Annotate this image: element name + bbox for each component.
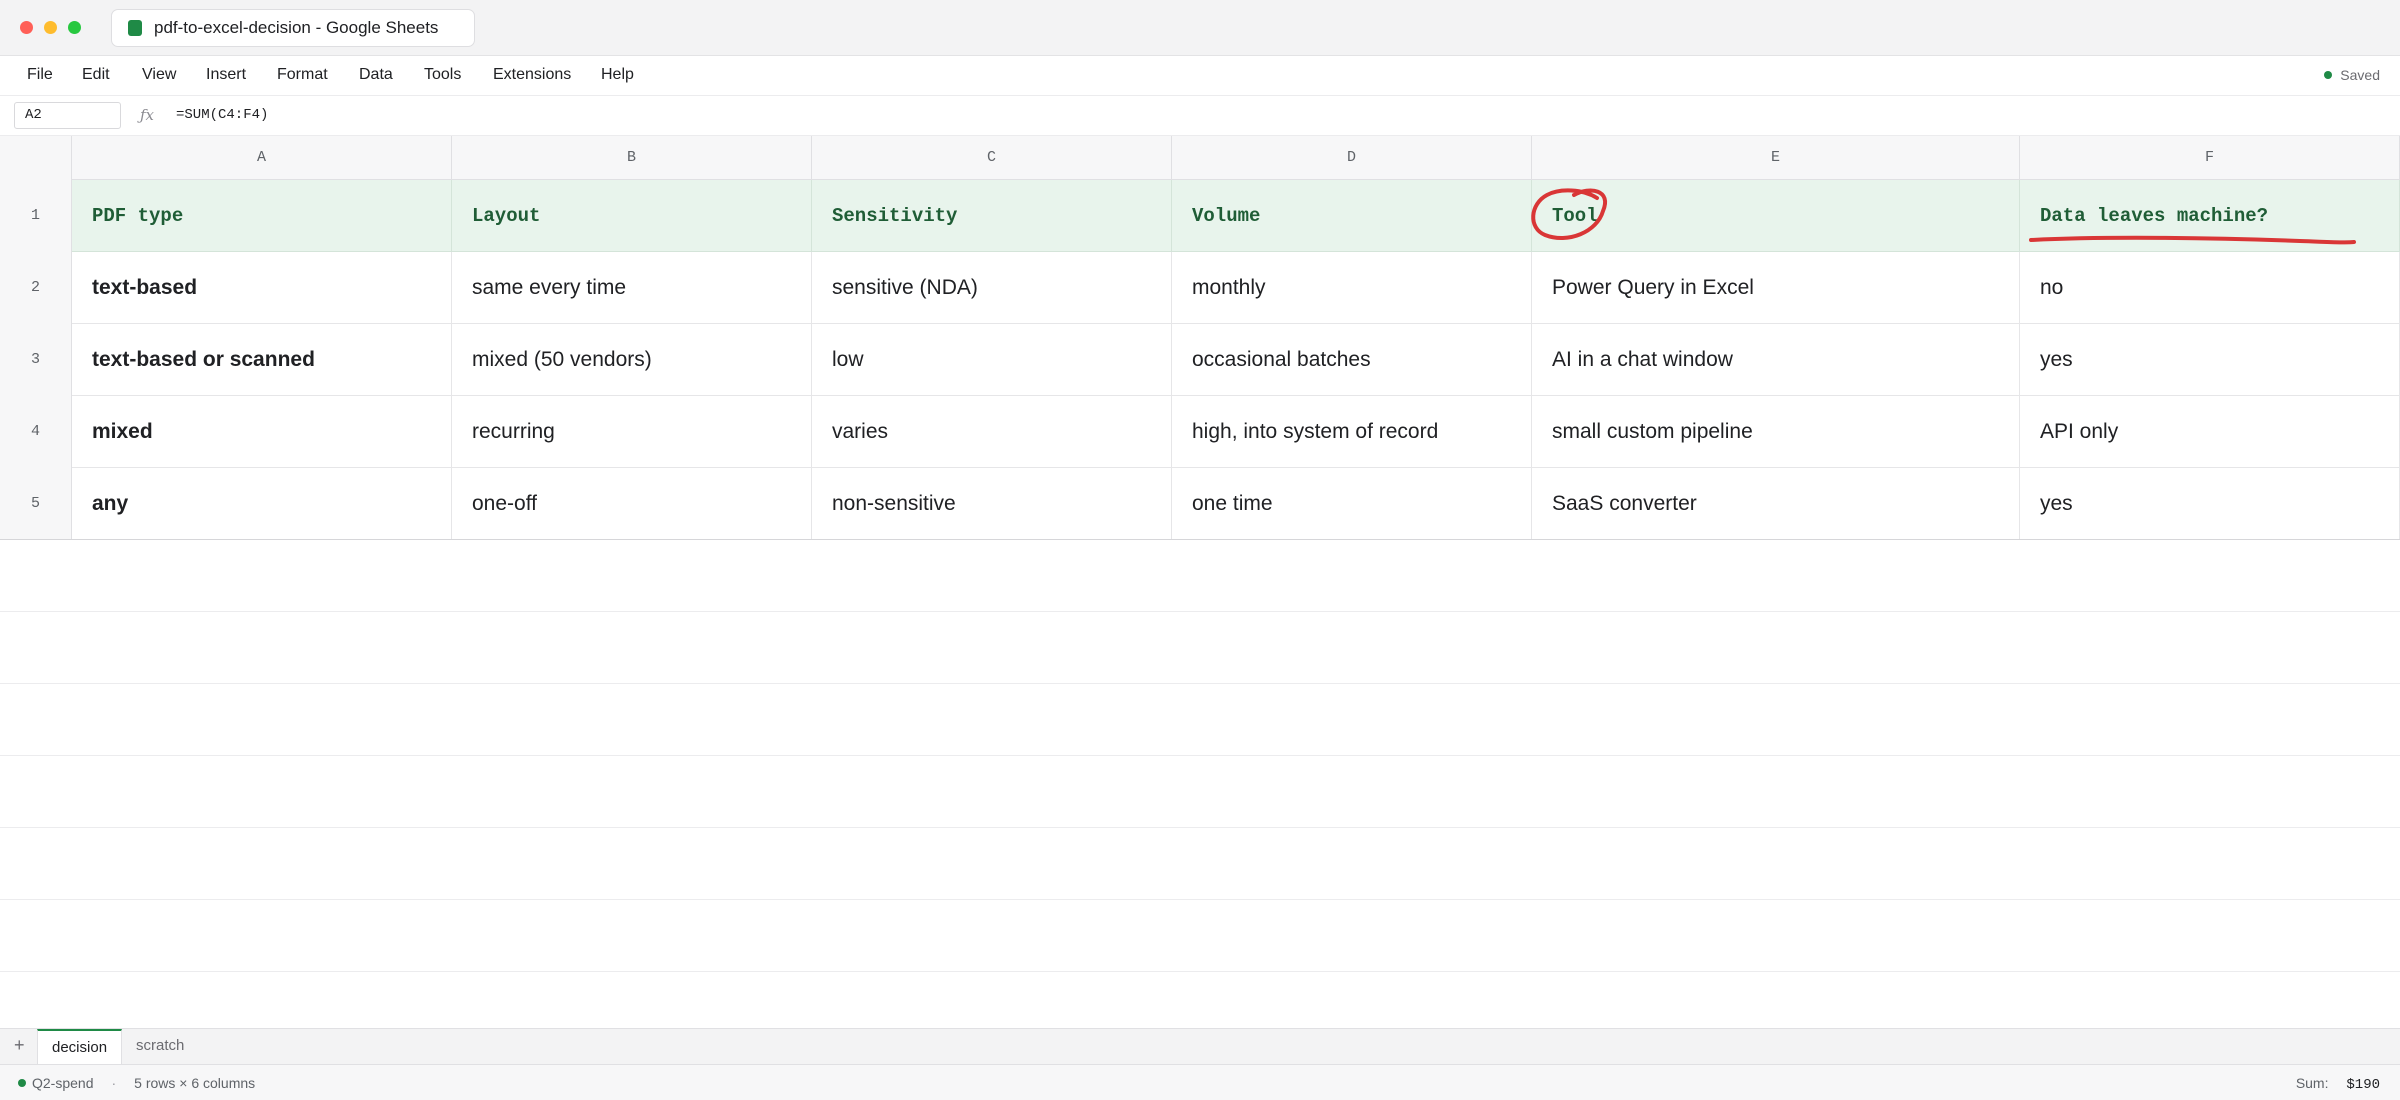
column-header-d[interactable]: D	[1172, 136, 1532, 180]
table-row: 2 text-based same every time sensitive (…	[0, 252, 2400, 324]
cell-e3[interactable]: AI in a chat window	[1532, 324, 2020, 396]
save-status: Saved	[2324, 67, 2380, 83]
table-row: 4 mixed recurring varies high, into syst…	[0, 396, 2400, 468]
minimize-window-button[interactable]	[44, 21, 57, 34]
empty-row[interactable]	[0, 612, 2400, 684]
cell-f3[interactable]: yes	[2020, 324, 2400, 396]
column-header-row: A B C D E F	[0, 136, 2400, 180]
menu-format[interactable]: Format	[277, 66, 328, 84]
saved-dot-icon	[2324, 71, 2333, 79]
formula-input[interactable]: =SUM(C4:F4)	[176, 107, 268, 123]
column-header-e[interactable]: E	[1532, 136, 2020, 180]
column-header-b[interactable]: B	[452, 136, 812, 180]
cell-c4[interactable]: varies	[812, 396, 1172, 468]
sheet-tab-scratch[interactable]: scratch	[122, 1029, 198, 1064]
cell-f5[interactable]: yes	[2020, 468, 2400, 540]
menu-extensions[interactable]: Extensions	[493, 66, 571, 84]
tab-title: pdf-to-excel-decision - Google Sheets	[154, 18, 439, 37]
empty-row[interactable]	[0, 828, 2400, 900]
cell-d5[interactable]: one time	[1172, 468, 1532, 540]
menu-help[interactable]: Help	[601, 66, 634, 84]
cell-a5[interactable]: any	[72, 468, 452, 540]
browser-tab[interactable]: pdf-to-excel-decision - Google Sheets	[111, 9, 475, 47]
menu-view[interactable]: View	[142, 66, 176, 84]
header-cell-data-leaves-machine[interactable]: Data leaves machine?	[2020, 180, 2400, 252]
cell-b5[interactable]: one-off	[452, 468, 812, 540]
sum-readout[interactable]: Sum: $190	[2296, 1075, 2380, 1093]
workbook-status-dot-icon	[18, 1079, 26, 1087]
sheet-tabs-bar: + decision scratch	[0, 1028, 2400, 1064]
cell-e5[interactable]: SaaS converter	[1532, 468, 2020, 540]
add-sheet-button[interactable]: +	[14, 1035, 25, 1056]
row-number[interactable]: 5	[0, 468, 72, 540]
title-bar: pdf-to-excel-decision - Google Sheets	[0, 0, 2400, 56]
status-left: Q2-spend · 5 rows × 6 columns	[18, 1075, 255, 1091]
cell-f2[interactable]: no	[2020, 252, 2400, 324]
row-number[interactable]: 2	[0, 252, 72, 324]
sum-label: Sum:	[2295, 1075, 2329, 1091]
workbook-name: Q2-spend	[32, 1075, 94, 1091]
menu-file[interactable]: File	[27, 66, 53, 84]
row-number[interactable]: 1	[0, 180, 72, 252]
selection-dimensions: 5 rows × 6 columns	[134, 1075, 256, 1091]
table-row: 3 text-based or scanned mixed (50 vendor…	[0, 324, 2400, 396]
cell-a4[interactable]: mixed	[72, 396, 452, 468]
cell-b4[interactable]: recurring	[452, 396, 812, 468]
cell-c2[interactable]: sensitive (NDA)	[812, 252, 1172, 324]
cell-c3[interactable]: low	[812, 324, 1172, 396]
menu-tools[interactable]: Tools	[424, 66, 461, 84]
empty-row[interactable]	[0, 900, 2400, 972]
menu-edit[interactable]: Edit	[82, 66, 110, 84]
cell-d3[interactable]: occasional batches	[1172, 324, 1532, 396]
menu-insert[interactable]: Insert	[206, 66, 246, 84]
cell-a2[interactable]: text-based	[72, 252, 452, 324]
header-cell-layout[interactable]: Layout	[452, 180, 812, 252]
header-cell-pdf-type[interactable]: PDF type	[72, 180, 452, 252]
empty-row[interactable]	[0, 684, 2400, 756]
status-bar: Q2-spend · 5 rows × 6 columns Sum: $190	[0, 1064, 2400, 1100]
menu-data[interactable]: Data	[359, 66, 393, 84]
select-all-corner[interactable]	[0, 136, 72, 180]
menu-bar: File Edit View Insert Format Data Tools …	[0, 56, 2400, 96]
table-row: 5 any one-off non-sensitive one time Saa…	[0, 468, 2400, 540]
header-cell-sensitivity[interactable]: Sensitivity	[812, 180, 1172, 252]
column-header-c[interactable]: C	[812, 136, 1172, 180]
column-header-a[interactable]: A	[72, 136, 452, 180]
save-status-label: Saved	[2340, 67, 2380, 83]
header-cell-volume[interactable]: Volume	[1172, 180, 1532, 252]
function-icon: ƒx	[140, 106, 155, 124]
cell-b2[interactable]: same every time	[452, 252, 812, 324]
row-number[interactable]: 3	[0, 324, 72, 396]
row-number[interactable]: 4	[0, 396, 72, 468]
close-window-button[interactable]	[20, 21, 33, 34]
cell-b3[interactable]: mixed (50 vendors)	[452, 324, 812, 396]
google-sheets-icon	[128, 20, 142, 36]
table-header-row: 1 PDF type Layout Sensitivity Volume Too…	[0, 180, 2400, 252]
empty-row[interactable]	[0, 756, 2400, 828]
sheet-tab-decision[interactable]: decision	[37, 1029, 123, 1064]
cell-c5[interactable]: non-sensitive	[812, 468, 1172, 540]
cell-a3[interactable]: text-based or scanned	[72, 324, 452, 396]
empty-row[interactable]	[0, 540, 2400, 612]
cell-e4[interactable]: small custom pipeline	[1532, 396, 2020, 468]
sum-value: $190	[2346, 1077, 2380, 1093]
status-separator: ·	[111, 1075, 117, 1091]
column-header-f[interactable]: F	[2020, 136, 2400, 180]
cell-e2[interactable]: Power Query in Excel	[1532, 252, 2020, 324]
name-box[interactable]: A2	[14, 102, 121, 129]
cell-d4[interactable]: high, into system of record	[1172, 396, 1532, 468]
cell-d2[interactable]: monthly	[1172, 252, 1532, 324]
cell-f4[interactable]: API only	[2020, 396, 2400, 468]
maximize-window-button[interactable]	[68, 21, 81, 34]
formula-bar: A2 ƒx =SUM(C4:F4)	[0, 96, 2400, 136]
header-cell-tool[interactable]: Tool	[1532, 180, 2020, 252]
